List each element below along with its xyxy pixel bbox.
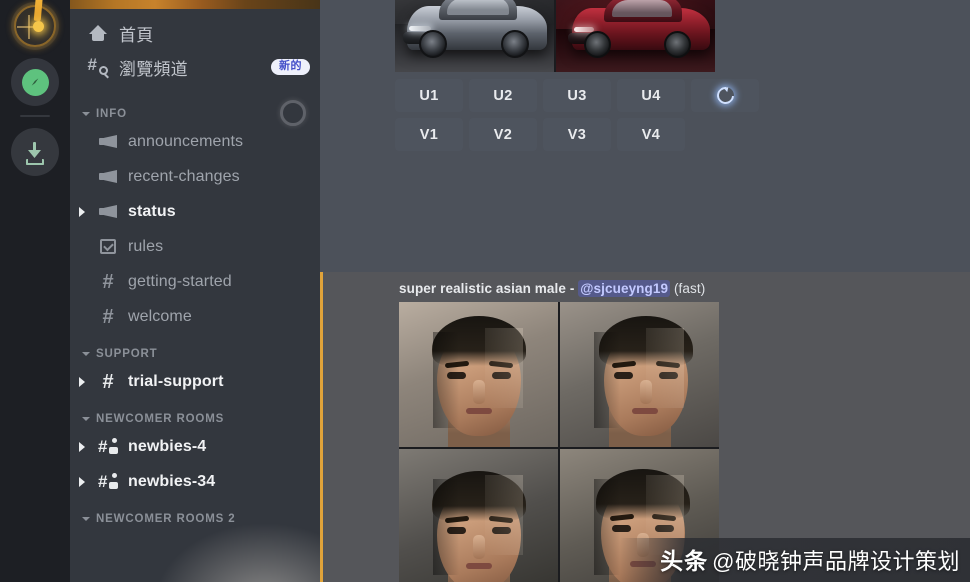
hash-icon: # [102, 305, 114, 328]
grid-image-2[interactable] [560, 302, 719, 447]
hash-people-icon: # [98, 472, 118, 492]
prompt-separator: - [569, 281, 575, 296]
unread-pip-icon [79, 376, 85, 387]
megaphone-icon [98, 167, 118, 187]
speed-label: (fast) [673, 281, 706, 296]
channel-label: getting-started [128, 272, 232, 290]
home-icon [88, 23, 108, 43]
sidebar-channel-status[interactable]: status [70, 194, 320, 229]
chevron-down-icon [82, 350, 91, 359]
server-rail [0, 0, 70, 582]
unread-pip-icon [79, 206, 85, 217]
server-banner [70, 0, 320, 9]
grid-image-2[interactable] [556, 0, 715, 72]
channel-group-support: SUPPORT # trial-support [70, 342, 320, 399]
new-badge: 新的 [271, 59, 310, 75]
sidebar-channel-newbies-4[interactable]: # newbies-4 [70, 429, 320, 464]
watermark-handle: @破晓钟声品牌设计策划 [712, 549, 960, 574]
sidebar-item-home-label: 首頁 [119, 25, 154, 45]
sidebar-channel-getting-started[interactable]: # getting-started [70, 264, 320, 299]
midjourney-action-buttons: U1 U2 U3 U4 V1 V2 V3 V4 [395, 79, 775, 151]
hash-icon: # [102, 270, 114, 293]
sidebar-item-browse-channels[interactable]: # 瀏覽頻道 新的 [70, 50, 320, 84]
loading-spinner-icon [280, 100, 306, 126]
prompt-line: super realistic asian male - @sjcueyng19… [323, 272, 970, 302]
sidebar-channel-trial-support[interactable]: # trial-support [70, 364, 320, 399]
upscale-button-row: U1 U2 U3 U4 [395, 79, 775, 112]
sidebar-channel-rules[interactable]: rules [70, 229, 320, 264]
channel-group-info-title: INFO [96, 108, 127, 120]
channel-label: announcements [128, 132, 244, 150]
watermark-logo: 头条 [660, 548, 709, 574]
browse-channels-icon: # [88, 56, 109, 79]
upscale-button-u2[interactable]: U2 [469, 79, 537, 112]
upscale-button-u3[interactable]: U3 [543, 79, 611, 112]
sidebar-nav: 首頁 # 瀏覽頻道 新的 [70, 4, 320, 84]
channel-label: status [128, 202, 176, 220]
compass-icon [21, 68, 49, 96]
sidebar-item-home[interactable]: 首頁 [70, 16, 320, 50]
grid-image-1[interactable] [395, 0, 554, 72]
channel-group-newcomer-rooms-header[interactable]: NEWCOMER ROOMS [70, 407, 320, 429]
chat-area: U1 U2 U3 U4 V1 V2 V3 V4 super realistic … [320, 0, 970, 582]
channel-label: newbies-34 [128, 472, 216, 490]
channel-group-newcomer-rooms-2-header[interactable]: NEWCOMER ROOMS 2 [70, 507, 320, 529]
channel-group-newcomer-rooms: NEWCOMER ROOMS # newbies-4 # newbies-34 [70, 407, 320, 499]
sidebar-channel-welcome[interactable]: # welcome [70, 299, 320, 334]
channel-label: rules [128, 237, 164, 255]
user-mention[interactable]: @sjcueyng19 [578, 280, 671, 297]
discord-app-window: 首頁 # 瀏覽頻道 新的 INFO announcements recent-c… [0, 0, 970, 582]
megaphone-icon [98, 132, 118, 152]
rail-divider [20, 115, 50, 117]
discover-servers-button[interactable] [11, 58, 59, 106]
rulebook-icon [98, 237, 118, 257]
watermark: 头条 @破晓钟声品牌设计策划 [660, 542, 960, 576]
refresh-icon [713, 83, 737, 108]
variation-button-v1[interactable]: V1 [395, 118, 463, 151]
sidebar-channel-announcements[interactable]: announcements [70, 124, 320, 159]
megaphone-icon [98, 202, 118, 222]
upscale-button-u1[interactable]: U1 [395, 79, 463, 112]
chevron-down-icon [82, 415, 91, 424]
compass-needle-icon [31, 78, 39, 86]
variation-button-v3[interactable]: V3 [543, 118, 611, 151]
sidebar-channel-recent-changes[interactable]: recent-changes [70, 159, 320, 194]
grid-image-3[interactable] [399, 449, 558, 582]
channel-label: welcome [128, 307, 192, 325]
grid-image-1[interactable] [399, 302, 558, 447]
server-icon-midjourney[interactable] [11, 0, 59, 50]
channel-sidebar: 首頁 # 瀏覽頻道 新的 INFO announcements recent-c… [70, 0, 320, 582]
channel-group-newcomer-rooms-2: NEWCOMER ROOMS 2 [70, 507, 320, 529]
upscale-button-u4[interactable]: U4 [617, 79, 685, 112]
image-grid-cars[interactable] [395, 0, 715, 72]
channel-label: recent-changes [128, 167, 240, 185]
midjourney-core-icon [33, 21, 44, 32]
channel-group-info-header[interactable]: INFO [70, 100, 320, 126]
unread-pip-icon [79, 441, 85, 452]
variation-button-v2[interactable]: V2 [469, 118, 537, 151]
channel-group-support-title: SUPPORT [96, 348, 158, 360]
download-apps-button[interactable] [11, 128, 59, 176]
reroll-button[interactable] [691, 79, 759, 112]
message-car-generation: U1 U2 U3 U4 V1 V2 V3 V4 [395, 0, 759, 151]
variation-button-v4[interactable]: V4 [617, 118, 685, 151]
download-icon [24, 141, 46, 165]
chevron-down-icon [82, 110, 91, 119]
hash-icon: # [102, 370, 114, 393]
hash-people-icon: # [98, 437, 118, 457]
channel-label: trial-support [128, 372, 224, 390]
channel-label: newbies-4 [128, 437, 207, 455]
channel-group-support-header[interactable]: SUPPORT [70, 342, 320, 364]
channel-group-info: INFO announcements recent-changes status… [70, 100, 320, 334]
sidebar-item-browse-channels-label: 瀏覽頻道 [119, 59, 188, 79]
channel-group-newcomer-rooms-2-title: NEWCOMER ROOMS 2 [96, 513, 236, 525]
channel-group-newcomer-rooms-title: NEWCOMER ROOMS [96, 413, 225, 425]
chevron-down-icon [82, 515, 91, 524]
variation-button-row: V1 V2 V3 V4 [395, 118, 775, 151]
sidebar-channel-newbies-34[interactable]: # newbies-34 [70, 464, 320, 499]
message-face-generation: super realistic asian male - @sjcueyng19… [320, 272, 970, 582]
prompt-text: super realistic asian male [399, 281, 566, 296]
unread-pip-icon [79, 476, 85, 487]
